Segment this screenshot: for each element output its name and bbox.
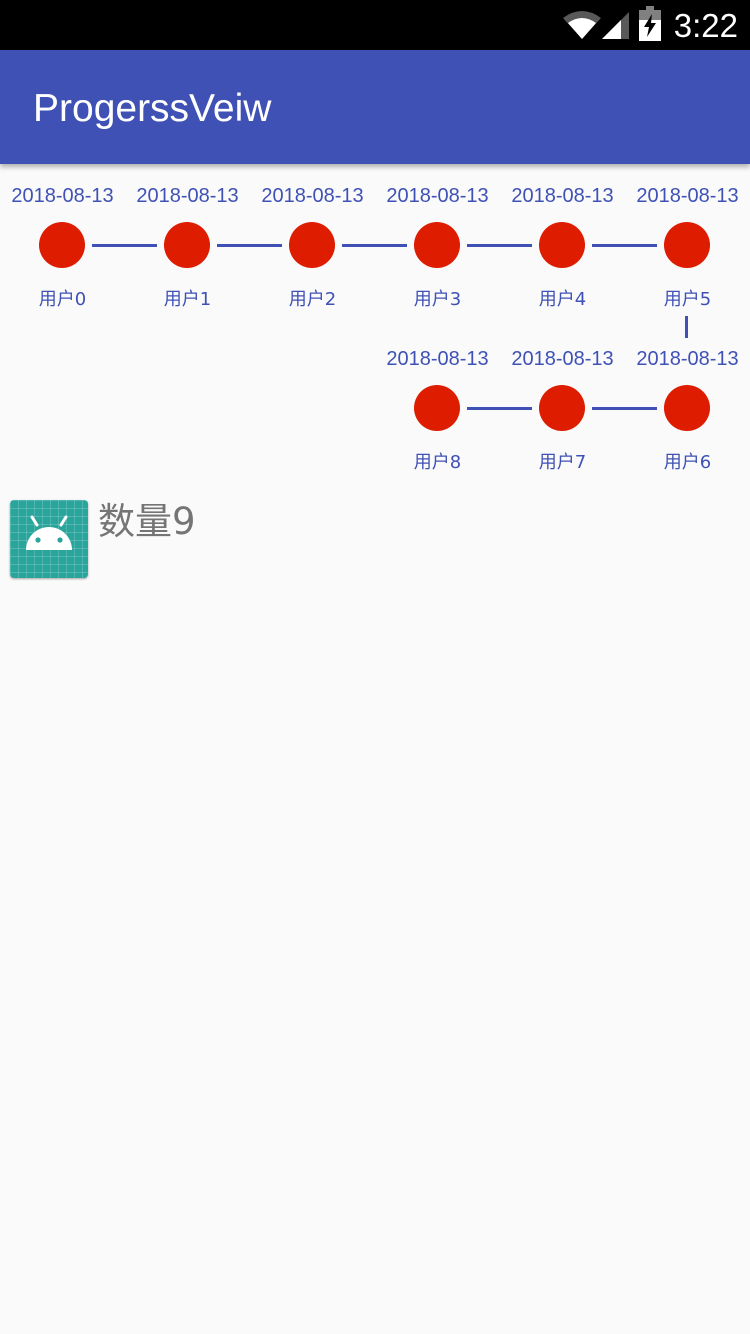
app-bar: ProgerssVeiw [0,50,750,164]
android-launcher-icon [10,500,88,578]
node-user-label: 用户0 [38,289,87,310]
node-date: 2018-08-13 [511,348,614,370]
node-user-label: 用户4 [538,289,587,310]
status-bar: 3:22 [0,0,750,50]
node-date: 2018-08-13 [386,185,489,207]
progress-node: 2018-08-13 用户1 [125,164,250,314]
node-date: 2018-08-13 [261,185,364,207]
node-user-label: 用户5 [663,289,712,310]
node-dot [414,385,460,431]
status-time: 3:22 [673,7,738,44]
progress-node: 2018-08-13 用户7 [500,327,625,477]
progress-node: 2018-08-13 用户2 [250,164,375,314]
progress-view: 2018-08-13 用户0 2018-08-13 用户1 2018-08-13… [0,164,750,484]
node-user-label: 用户1 [163,289,212,310]
node-dot [414,222,460,268]
node-user-label: 用户6 [663,452,712,473]
node-date: 2018-08-13 [636,348,739,370]
node-dot [289,222,335,268]
node-dot [39,222,85,268]
app-title: ProgerssVeiw [33,87,272,130]
node-date: 2018-08-13 [11,185,114,207]
node-dot [539,385,585,431]
progress-node: 2018-08-13 用户3 [375,164,500,314]
node-user-label: 用户2 [288,289,337,310]
node-date: 2018-08-13 [511,185,614,207]
node-user-label: 用户7 [538,452,587,473]
node-dot [164,222,210,268]
wifi-icon [563,11,601,39]
count-label: 数量9 [98,500,196,543]
node-user-label: 用户8 [413,452,462,473]
node-dot [664,222,710,268]
node-dot [664,385,710,431]
node-date: 2018-08-13 [636,185,739,207]
progress-node: 2018-08-13 用户4 [500,164,625,314]
progress-node: 2018-08-13 用户8 [375,327,500,477]
progress-node: 2018-08-13 用户5 [625,164,750,314]
battery-charging-icon [639,6,661,41]
progress-node: 2018-08-13 用户6 [625,327,750,477]
node-date: 2018-08-13 [386,348,489,370]
node-user-label: 用户3 [413,289,462,310]
progress-node: 2018-08-13 用户0 [0,164,125,314]
cell-signal-icon [602,12,629,39]
node-date: 2018-08-13 [136,185,239,207]
node-dot [539,222,585,268]
